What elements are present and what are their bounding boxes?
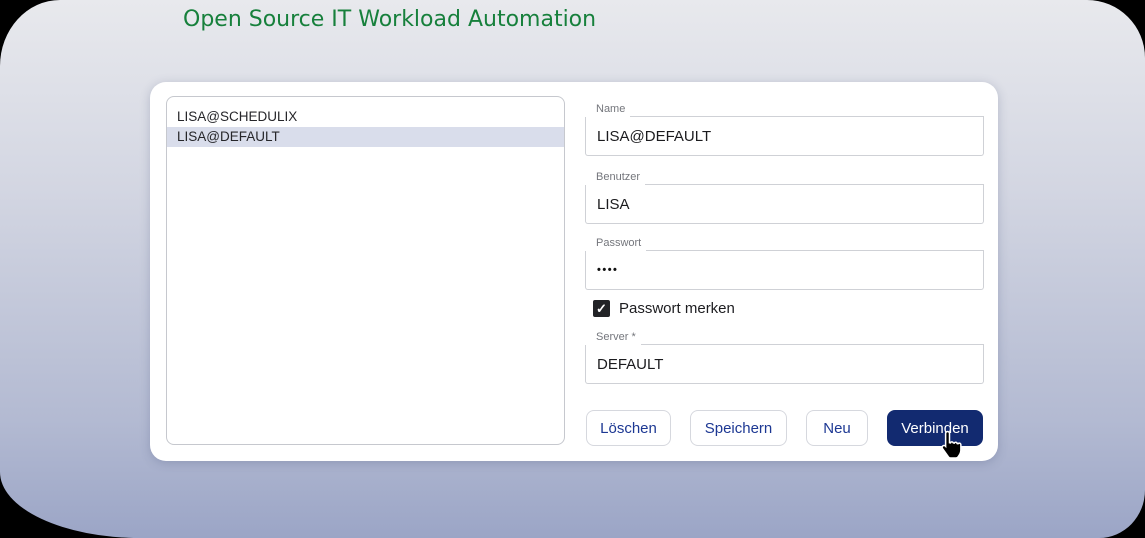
user-field-border (645, 169, 984, 185)
name-label: Name (585, 101, 630, 117)
connection-listbox[interactable]: LISA@SCHEDULIX LISA@DEFAULT (166, 96, 565, 445)
delete-button[interactable]: Löschen (586, 410, 671, 446)
new-button[interactable]: Neu (806, 410, 868, 446)
name-field: Name LISA@DEFAULT (585, 101, 984, 156)
app-window: Open Source IT Workload Automation LISA@… (0, 0, 1145, 538)
connection-list: LISA@SCHEDULIX LISA@DEFAULT (167, 97, 564, 147)
user-field: Benutzer LISA (585, 169, 984, 224)
user-field-head: Benutzer (585, 169, 984, 185)
name-input[interactable]: LISA@DEFAULT (585, 117, 984, 156)
password-field-head: Passwort (585, 235, 984, 251)
name-field-border (630, 101, 984, 117)
list-item-lisa-schedulix[interactable]: LISA@SCHEDULIX (167, 107, 564, 127)
page-title: Open Source IT Workload Automation (183, 7, 596, 32)
server-label: Server * (585, 329, 641, 345)
server-field-border (641, 329, 984, 345)
remember-password-checkbox[interactable]: ✓ (593, 300, 610, 317)
list-item-lisa-default[interactable]: LISA@DEFAULT (167, 127, 564, 147)
password-label: Passwort (585, 235, 646, 251)
connect-button[interactable]: Verbinden (887, 410, 983, 446)
user-label: Benutzer (585, 169, 645, 185)
login-card: LISA@SCHEDULIX LISA@DEFAULT Name LISA@DE… (150, 82, 998, 461)
server-field: Server * DEFAULT (585, 329, 984, 384)
password-field: Passwort •••• (585, 235, 984, 290)
name-field-head: Name (585, 101, 984, 117)
password-field-border (646, 235, 984, 251)
server-field-head: Server * (585, 329, 984, 345)
remember-password-row: ✓ Passwort merken (593, 300, 735, 317)
save-button[interactable]: Speichern (690, 410, 787, 446)
password-input[interactable]: •••• (585, 251, 984, 290)
server-input[interactable]: DEFAULT (585, 345, 984, 384)
user-input[interactable]: LISA (585, 185, 984, 224)
remember-password-label: Passwort merken (619, 300, 735, 317)
